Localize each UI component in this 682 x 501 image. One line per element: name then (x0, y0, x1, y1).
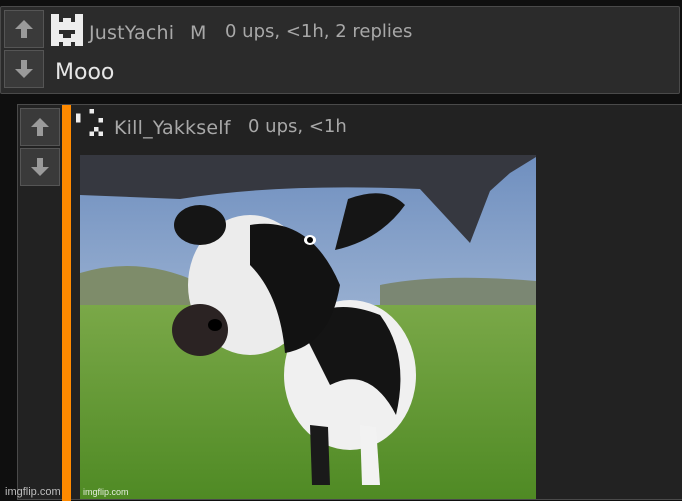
comment-username[interactable]: JustYachi (89, 22, 174, 44)
arrow-down-icon (31, 158, 49, 176)
reply-thread-bar (62, 105, 71, 501)
arrow-up-icon (31, 118, 49, 136)
mod-badge: M (190, 22, 207, 44)
vote-controls (4, 10, 46, 90)
downvote-button[interactable] (20, 148, 60, 186)
arrow-down-icon (15, 60, 33, 78)
upvote-button[interactable] (4, 10, 44, 48)
comment-meta: 0 ups, <1h, 2 replies (225, 21, 413, 42)
cow-photo-icon (80, 155, 536, 499)
reply-meta: 0 ups, <1h (248, 116, 347, 137)
comment: JustYachi M 0 ups, <1h, 2 replies Mooo (0, 6, 680, 94)
user-identicon-icon (76, 109, 103, 136)
cow-meme-image[interactable]: imgflip.com (80, 155, 536, 499)
page-watermark: imgflip.com (5, 486, 61, 498)
image-watermark: imgflip.com (83, 487, 129, 497)
reply-username[interactable]: Kill_Yakkself (114, 117, 231, 139)
vote-controls (20, 108, 62, 188)
arrow-up-icon (15, 20, 33, 38)
user-identicon-icon (51, 14, 83, 46)
reply-comment: Kill_Yakkself 0 ups, <1h imgflip.com (17, 104, 682, 501)
downvote-button[interactable] (4, 50, 44, 88)
comment-text: Mooo (55, 60, 115, 85)
upvote-button[interactable] (20, 108, 60, 146)
